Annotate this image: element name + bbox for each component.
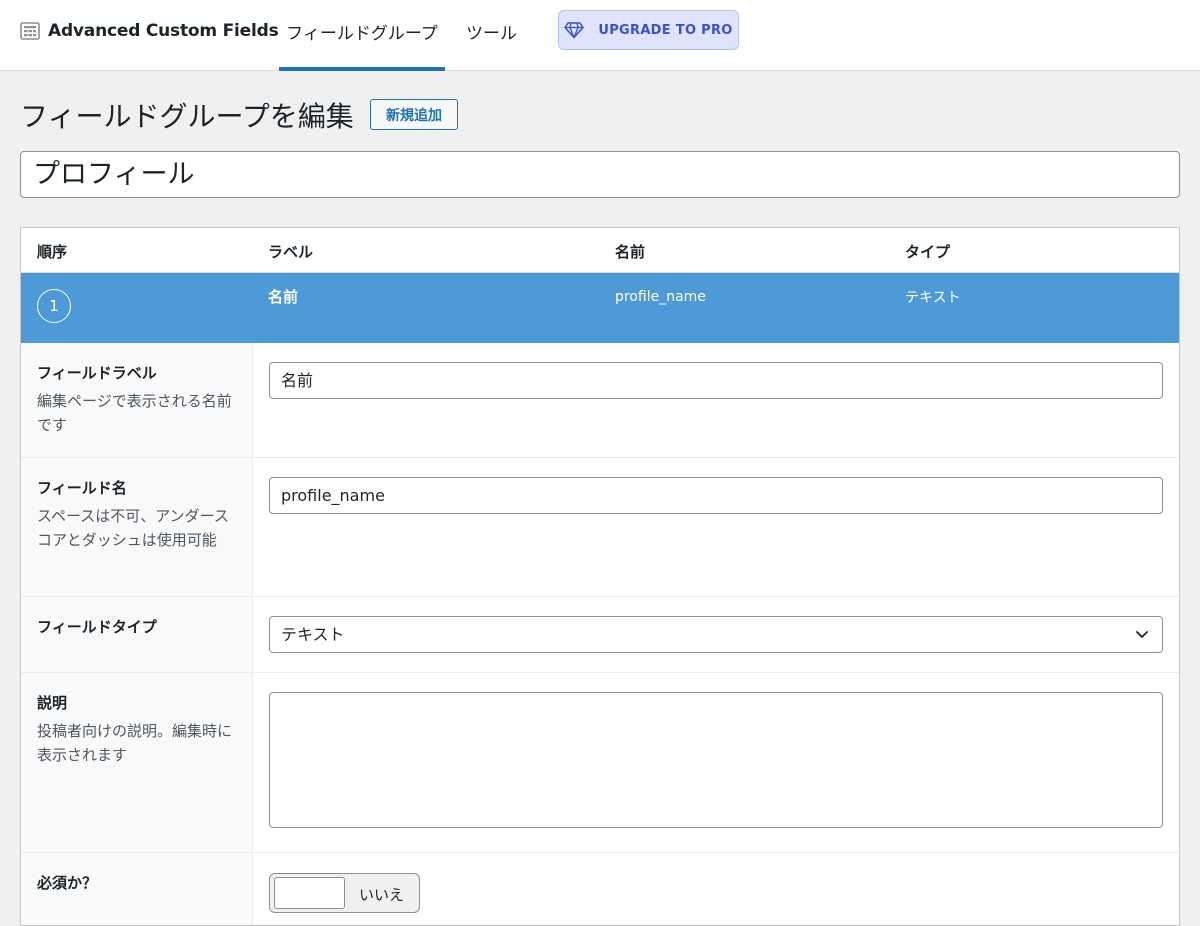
column-type: タイプ	[905, 243, 951, 261]
setting-field-name: フィールド名 スペースは不可、アンダースコアとダッシュは使用可能 profile…	[21, 458, 1179, 597]
instructions-textarea[interactable]	[269, 692, 1163, 828]
tab-tools[interactable]: ツール	[460, 19, 523, 71]
field-settings: フィールドラベル 編集ページで表示される名前です 名前 フィールド名 スペースは…	[21, 343, 1179, 925]
brand: Advanced Custom Fields	[20, 21, 279, 41]
setting-field-label: フィールドラベル 編集ページで表示される名前です 名前	[21, 343, 1179, 458]
field-type-select[interactable]: テキスト	[269, 616, 1163, 653]
setting-field-type: フィールドタイプ テキスト	[21, 597, 1179, 673]
setting-label-column: フィールドタイプ	[21, 597, 253, 672]
field-type-value: テキスト	[281, 625, 345, 644]
acf-logo-icon	[20, 22, 40, 40]
fields-table: 順序 ラベル 名前 タイプ 1 名前 profile_name テキスト フィー…	[20, 227, 1180, 926]
field-label-input[interactable]: 名前	[269, 362, 1163, 399]
setting-description: スペースは不可、アンダースコアとダッシュは使用可能	[37, 507, 229, 549]
setting-title: 必須か？	[37, 874, 98, 892]
setting-description: 投稿者向けの説明。編集時に表示されます	[37, 722, 233, 764]
field-row[interactable]: 1 名前 profile_name テキスト	[21, 273, 1179, 343]
setting-label-column: 必須か？	[21, 853, 253, 925]
fields-table-header: 順序 ラベル 名前 タイプ	[21, 228, 1179, 273]
setting-instructions: 説明 投稿者向けの説明。編集時に表示されます	[21, 673, 1179, 853]
setting-title: 説明	[37, 694, 68, 712]
app-name: Advanced Custom Fields	[48, 21, 279, 41]
page-title: フィールドグループを編集	[20, 100, 354, 133]
field-name-input[interactable]: profile_name	[269, 477, 1163, 514]
upgrade-label: UPGRADE TO PRO	[598, 22, 733, 38]
tab-field-groups[interactable]: フィールドグループ	[279, 19, 445, 71]
field-row-type: テキスト	[905, 290, 961, 306]
toggle-label: いいえ	[359, 886, 405, 904]
setting-title: フィールドタイプ	[37, 618, 157, 636]
column-order: 順序	[37, 243, 68, 261]
setting-title: フィールド名	[37, 479, 127, 497]
toggle-knob	[274, 877, 345, 909]
diamond-icon	[564, 22, 585, 39]
add-new-button[interactable]: 新規追加	[370, 99, 458, 130]
field-group-title-input[interactable]: プロフィール	[20, 151, 1180, 198]
field-row-name: profile_name	[615, 289, 706, 305]
setting-title: フィールドラベル	[37, 364, 157, 382]
setting-required: 必須か？ いいえ	[21, 853, 1179, 925]
chevron-down-icon	[1136, 631, 1148, 638]
column-label: ラベル	[268, 243, 314, 261]
top-bar: Advanced Custom Fields フィールドグループ ツール UPG…	[0, 0, 1200, 71]
required-toggle[interactable]: いいえ	[269, 873, 420, 913]
setting-label-column: フィールドラベル 編集ページで表示される名前です	[21, 343, 253, 457]
upgrade-to-pro-button[interactable]: UPGRADE TO PRO	[558, 10, 739, 50]
field-order-badge[interactable]: 1	[37, 289, 71, 323]
setting-description: 編集ページで表示される名前です	[37, 392, 232, 434]
column-name: 名前	[615, 243, 646, 261]
setting-label-column: フィールド名 スペースは不可、アンダースコアとダッシュは使用可能	[21, 458, 253, 596]
setting-label-column: 説明 投稿者向けの説明。編集時に表示されます	[21, 673, 253, 852]
field-row-label[interactable]: 名前	[268, 286, 298, 307]
